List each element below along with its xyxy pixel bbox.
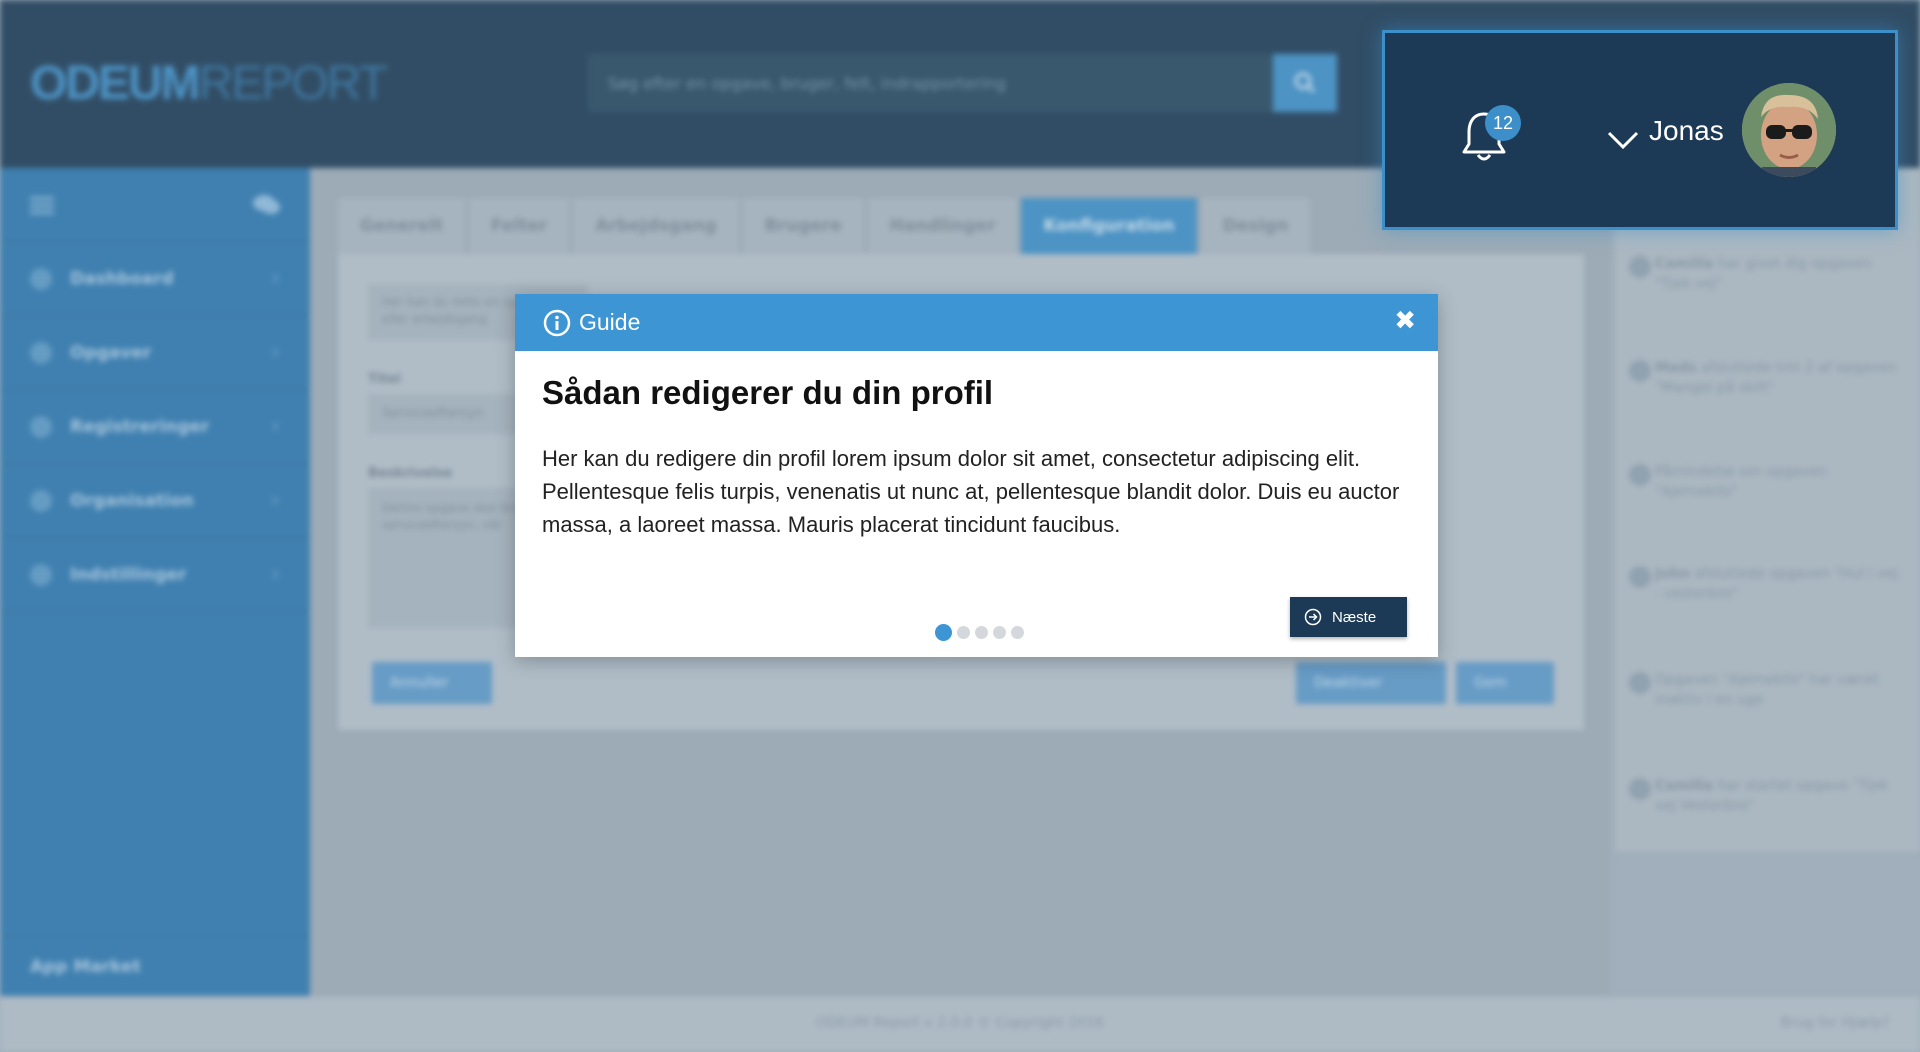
step-dot[interactable] bbox=[975, 626, 988, 639]
next-button-label: Næste bbox=[1332, 608, 1377, 626]
step-indicator bbox=[935, 624, 1029, 641]
guide-modal: Guide ✖ Sådan redigerer du din profil He… bbox=[515, 294, 1438, 657]
info-icon bbox=[543, 309, 571, 336]
user-panel-highlight: 12 Jonas bbox=[1382, 30, 1898, 230]
close-icon[interactable]: ✖ bbox=[1394, 308, 1416, 334]
guide-header: Guide bbox=[515, 294, 1438, 351]
avatar-image bbox=[1742, 83, 1836, 177]
notification-badge: 12 bbox=[1485, 105, 1521, 141]
avatar[interactable] bbox=[1742, 83, 1836, 177]
user-name[interactable]: Jonas bbox=[1649, 115, 1724, 147]
guide-title: Sådan redigerer du din profil bbox=[542, 374, 994, 411]
arrow-circle-right-icon bbox=[1304, 608, 1322, 626]
next-button[interactable]: Næste bbox=[1290, 597, 1407, 637]
guide-header-title: Guide bbox=[579, 309, 641, 335]
step-dot[interactable] bbox=[1011, 626, 1024, 639]
step-dot[interactable] bbox=[935, 624, 952, 641]
guide-body: Her kan du redigere din profil lorem ips… bbox=[542, 446, 1400, 537]
step-dot[interactable] bbox=[993, 626, 1006, 639]
step-dot[interactable] bbox=[957, 626, 970, 639]
chevron-down-icon[interactable] bbox=[1607, 123, 1639, 155]
